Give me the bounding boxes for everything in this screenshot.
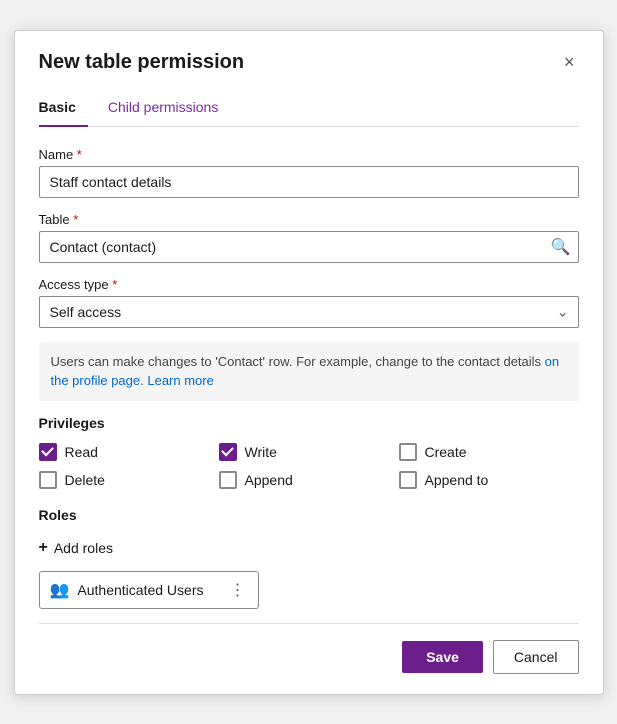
- table-input[interactable]: [39, 231, 579, 263]
- new-table-permission-dialog: New table permission × Basic Child permi…: [14, 30, 604, 695]
- privileges-section: Privileges Read Write Create Delete Appe…: [39, 415, 579, 489]
- plus-icon: +: [39, 539, 48, 557]
- add-roles-button[interactable]: + Add roles: [39, 535, 114, 561]
- role-chip-left: 👥 Authenticated Users: [50, 580, 204, 600]
- privilege-append: Append: [219, 471, 399, 489]
- table-label: Table *: [39, 212, 579, 227]
- create-checkbox[interactable]: [399, 443, 417, 461]
- privilege-read: Read: [39, 443, 219, 461]
- privilege-create: Create: [399, 443, 579, 461]
- search-icon: 🔍: [551, 239, 571, 256]
- access-type-select-wrapper: Self access Global Deep Local Basic (Use…: [39, 296, 579, 328]
- table-input-wrapper: 🔍: [39, 231, 579, 263]
- tab-basic[interactable]: Basic: [39, 91, 88, 127]
- delete-checkbox[interactable]: [39, 471, 57, 489]
- write-label: Write: [245, 444, 277, 460]
- table-search-button[interactable]: 🔍: [551, 237, 571, 257]
- name-label: Name *: [39, 147, 579, 162]
- privilege-write: Write: [219, 443, 399, 461]
- role-menu-button[interactable]: ⋮: [228, 580, 248, 600]
- dialog-footer: Save Cancel: [39, 623, 579, 674]
- cancel-button[interactable]: Cancel: [493, 640, 579, 674]
- table-field-group: Table * 🔍: [39, 212, 579, 263]
- add-roles-label: Add roles: [54, 540, 113, 556]
- write-checkbox[interactable]: [219, 443, 237, 461]
- name-input[interactable]: [39, 166, 579, 198]
- learn-more-link[interactable]: Learn more: [147, 373, 213, 388]
- tabs-bar: Basic Child permissions: [39, 90, 579, 127]
- read-checkbox[interactable]: [39, 443, 57, 461]
- name-field-group: Name *: [39, 147, 579, 198]
- tab-child-permissions[interactable]: Child permissions: [108, 91, 230, 127]
- privileges-grid: Read Write Create Delete Append Append t: [39, 443, 579, 489]
- privilege-delete: Delete: [39, 471, 219, 489]
- access-type-select[interactable]: Self access Global Deep Local Basic (Use…: [39, 296, 579, 328]
- append-checkbox[interactable]: [219, 471, 237, 489]
- role-chip-label: Authenticated Users: [77, 582, 203, 598]
- access-type-field-group: Access type * Self access Global Deep Lo…: [39, 277, 579, 328]
- info-text: Users can make changes to 'Contact' row.…: [51, 354, 545, 369]
- append-to-checkbox[interactable]: [399, 471, 417, 489]
- create-label: Create: [425, 444, 467, 460]
- info-box: Users can make changes to 'Contact' row.…: [39, 342, 579, 401]
- user-group-icon: 👥: [50, 580, 70, 600]
- roles-section: Roles + Add roles 👥 Authenticated Users …: [39, 507, 579, 609]
- privilege-append-to: Append to: [399, 471, 579, 489]
- dialog-header: New table permission ×: [39, 51, 579, 74]
- close-button[interactable]: ×: [560, 51, 579, 73]
- role-chip-authenticated-users: 👥 Authenticated Users ⋮: [39, 571, 259, 609]
- access-type-label: Access type *: [39, 277, 579, 292]
- append-to-label: Append to: [425, 472, 489, 488]
- delete-label: Delete: [65, 472, 105, 488]
- roles-label: Roles: [39, 507, 579, 523]
- append-label: Append: [245, 472, 293, 488]
- dialog-title: New table permission: [39, 51, 245, 74]
- save-button[interactable]: Save: [402, 641, 483, 673]
- privileges-label: Privileges: [39, 415, 579, 431]
- read-label: Read: [65, 444, 98, 460]
